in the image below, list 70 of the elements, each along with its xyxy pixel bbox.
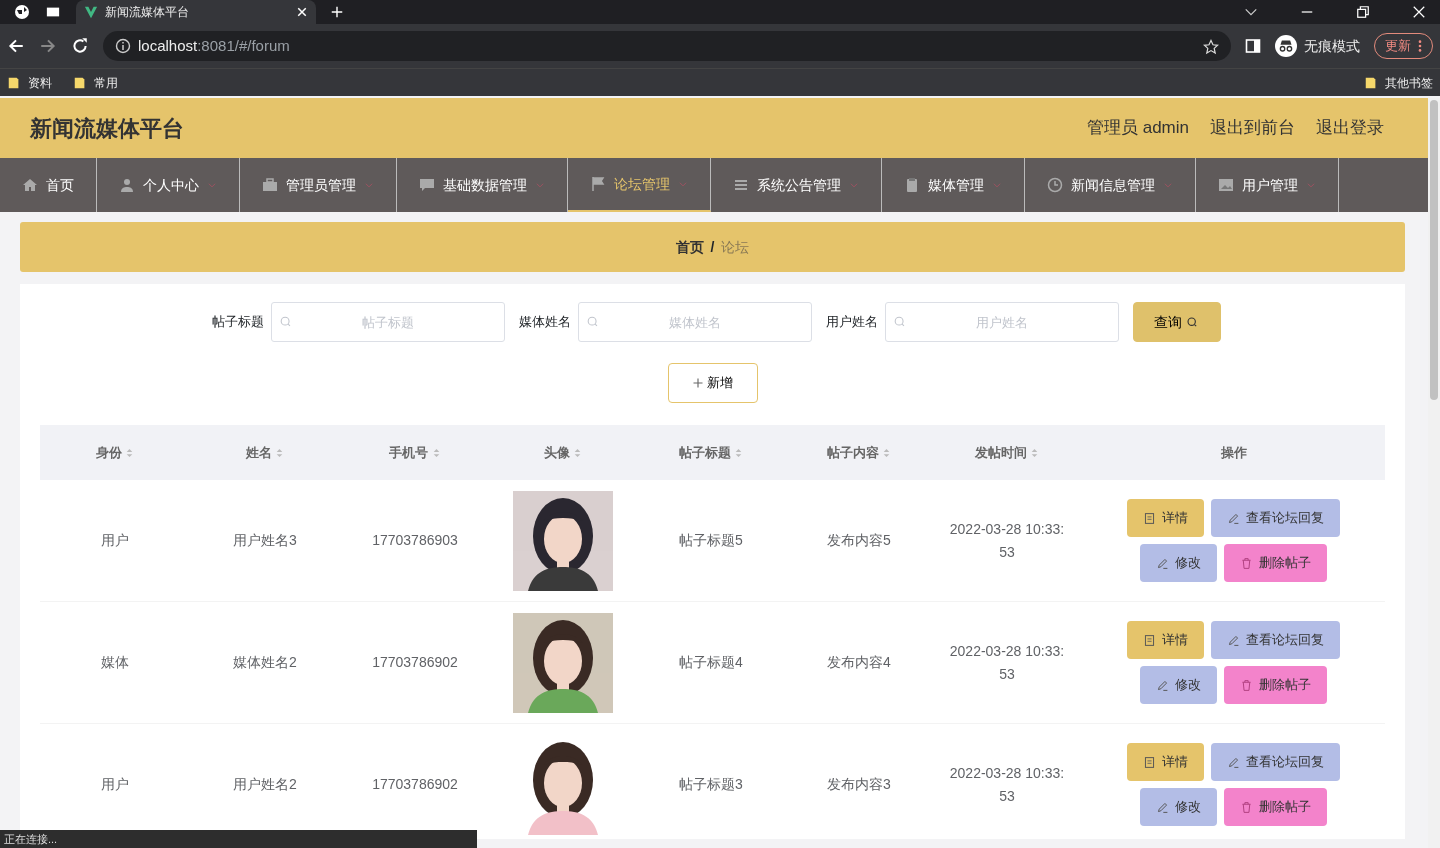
column-header[interactable]: 发帖时间 [974,442,1040,463]
table-cell-text: 媒体姓名2 [233,653,297,672]
tab-title: 新闻流媒体平台 [105,4,190,21]
table-cell-text: 帖子标题5 [679,531,743,550]
table-cell-text: 媒体 [101,653,129,672]
detail-button[interactable]: 详情 [1127,499,1204,537]
column-header[interactable]: 头像 [543,442,583,463]
table-cell-text: 帖子标题3 [679,775,743,794]
delete-button[interactable]: 删除帖子 [1224,544,1327,582]
nav-item[interactable]: 基础数据管理 [397,158,568,212]
column-header: 操作 [1220,443,1247,462]
search-button[interactable]: 查询 [1132,302,1221,342]
add-button[interactable]: 新增 [667,363,758,403]
edit-button[interactable]: 修改 [1140,544,1217,582]
nav-item[interactable]: 用户管理 [1196,158,1339,212]
breadcrumb-item[interactable]: 首页 [675,236,704,258]
column-header[interactable]: 姓名 [245,442,285,463]
table-cell-text: 发布内容4 [827,653,891,672]
delete-button[interactable]: 删除帖子 [1224,788,1327,826]
nav-item[interactable]: 管理员管理 [240,158,397,212]
field-label: 帖子标题 [211,313,264,332]
delete-button[interactable]: 删除帖子 [1224,666,1327,704]
bookmark[interactable]: 常用 [73,73,118,92]
bookmark[interactable]: 资料 [7,73,52,92]
table-cell-text: 用户姓名2 [233,775,297,794]
table-cell-text: 发布内容5 [827,531,891,550]
table-cell-text: 2022-03-28 10:33:53 [948,763,1066,806]
url-text: localhost:8081/#/forum [138,35,290,56]
column-header[interactable]: 帖子内容 [826,442,892,463]
search-field[interactable]: 用户姓名 [884,302,1119,342]
nav-item[interactable]: 系统公告管理 [711,158,882,212]
user-label: 管理员 admin [1086,117,1189,140]
field-label: 媒体姓名 [518,313,571,332]
field-label: 用户姓名 [825,313,878,332]
search-field[interactable]: 媒体姓名 [577,302,812,342]
table-cell-text: 17703786902 [372,775,458,794]
table-cell-text: 用户 [101,531,129,550]
detail-button[interactable]: 详情 [1127,743,1204,781]
breadcrumb-item: 论坛 [721,237,750,257]
status-bar: 正在连接... [0,829,477,848]
table-cell-text: 2022-03-28 10:33:53 [948,519,1066,562]
table-cell-text: 2022-03-28 10:33:53 [948,641,1066,684]
header-link[interactable]: 退出登录 [1316,115,1384,141]
nav-item[interactable]: 论坛管理 [568,158,711,212]
bookmark[interactable]: 其他书签 [1364,73,1433,92]
address-bar[interactable]: localhost:8081/#/forum [103,31,1231,61]
column-header[interactable]: 身份 [95,442,135,463]
breadcrumb-separator: / [710,237,715,257]
nav-item[interactable]: 媒体管理 [882,158,1025,212]
table-cell-text: 17703786903 [372,531,458,550]
browser-tab[interactable]: 新闻流媒体平台 [76,0,316,24]
column-header[interactable]: 手机号 [389,442,441,463]
column-header[interactable]: 帖子标题 [678,442,744,463]
detail-button[interactable]: 详情 [1127,621,1204,659]
edit-button[interactable]: 修改 [1140,666,1217,704]
reply-button[interactable]: 查看论坛回复 [1211,499,1340,537]
table-cell-text: 发布内容3 [827,775,891,794]
table-cell-text: 17703786902 [372,653,458,672]
edit-button[interactable]: 修改 [1140,788,1217,826]
incognito-label: 无痕模式 [1304,36,1360,56]
reply-button[interactable]: 查看论坛回复 [1211,743,1340,781]
table-cell-text: 用户姓名3 [233,531,297,550]
nav-item[interactable]: 个人中心 [97,158,240,212]
reply-button[interactable]: 查看论坛回复 [1211,621,1340,659]
nav-item[interactable]: 新闻信息管理 [1025,158,1196,212]
table-cell-text: 用户 [101,775,129,794]
nav-item[interactable]: 首页 [0,158,97,212]
table-cell-text: 帖子标题4 [679,653,743,672]
header-link[interactable]: 退出到前台 [1210,115,1295,141]
app-title: 新闻流媒体平台 [30,114,184,143]
